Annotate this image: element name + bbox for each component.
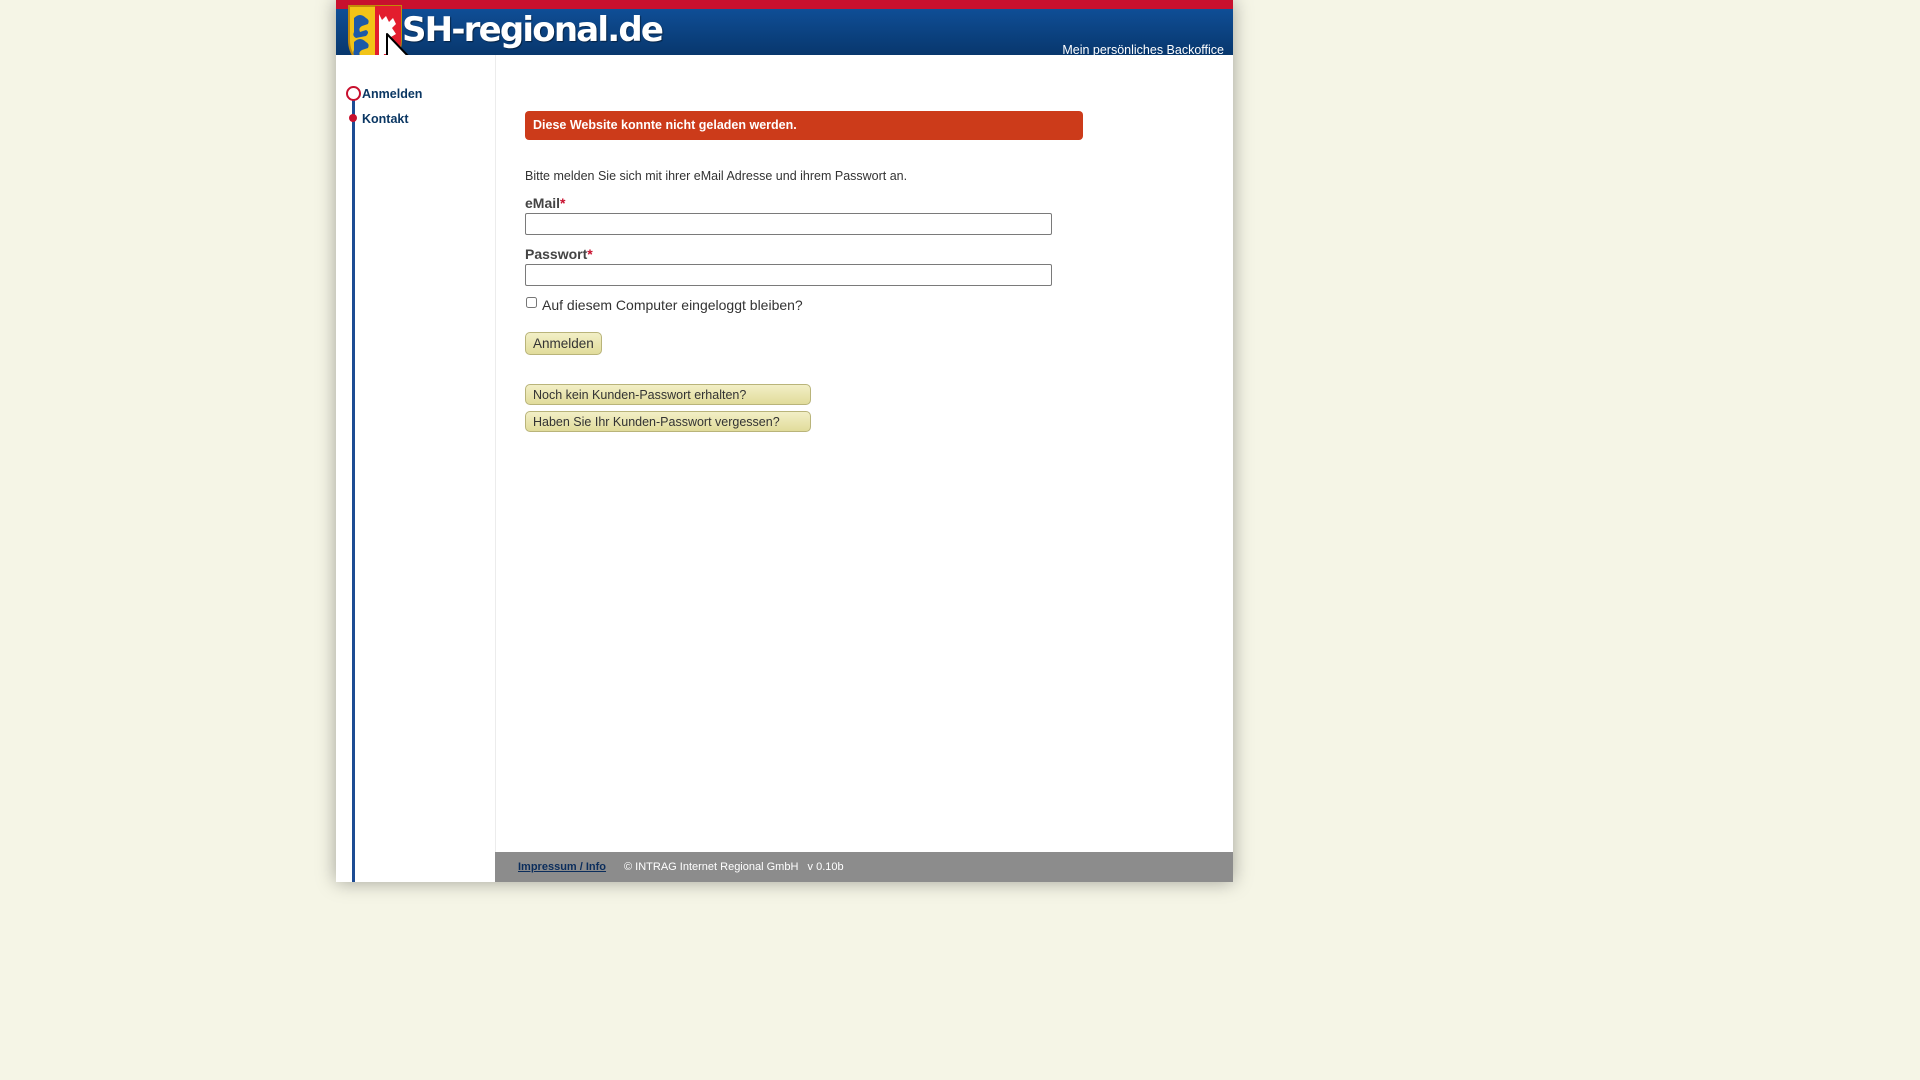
- email-label: eMail*: [525, 195, 565, 211]
- email-field[interactable]: [525, 213, 1052, 235]
- site-logo[interactable]: SH-regional.de: [402, 10, 664, 50]
- nav-bullet-icon: [349, 114, 357, 122]
- email-label-text: eMail: [525, 195, 561, 211]
- sidebar-nav: [336, 55, 495, 882]
- copyright-text: © INTRAG Internet Regional GmbH v 0.10b: [624, 861, 844, 873]
- sidebar-item-kontakt[interactable]: Kontakt: [362, 112, 409, 126]
- sidebar-item-anmelden[interactable]: Anmelden: [362, 87, 422, 101]
- password-label-text: Passwort: [525, 246, 588, 262]
- required-marker: *: [560, 195, 566, 211]
- login-button[interactable]: Anmelden: [525, 332, 602, 355]
- header-top-stripe: [336, 0, 1233, 9]
- main-content: Diese Website konnte nicht geladen werde…: [495, 55, 1233, 852]
- page-container: Mein persönliches Backoffice SH-regional…: [336, 0, 1233, 882]
- login-intro-text: Bitte melden Sie sich mit ihrer eMail Ad…: [525, 169, 908, 183]
- impressum-link[interactable]: Impressum / Info: [518, 861, 606, 873]
- remember-me-label[interactable]: Auf diesem Computer eingeloggt bleiben?: [542, 297, 803, 313]
- password-field[interactable]: [525, 264, 1052, 286]
- no-password-button[interactable]: Noch kein Kunden-Passwort erhalten?: [525, 384, 811, 405]
- remember-me-checkbox[interactable]: [526, 297, 537, 308]
- nav-active-ring-icon: [346, 86, 361, 101]
- nav-timeline-line: [352, 94, 355, 882]
- forgot-password-button[interactable]: Haben Sie Ihr Kunden-Passwort vergessen?: [525, 411, 811, 432]
- password-label: Passwort*: [525, 246, 593, 262]
- error-message: Diese Website konnte nicht geladen werde…: [525, 111, 1083, 140]
- site-footer: Impressum / Info © INTRAG Internet Regio…: [495, 852, 1233, 882]
- required-marker: *: [587, 246, 593, 262]
